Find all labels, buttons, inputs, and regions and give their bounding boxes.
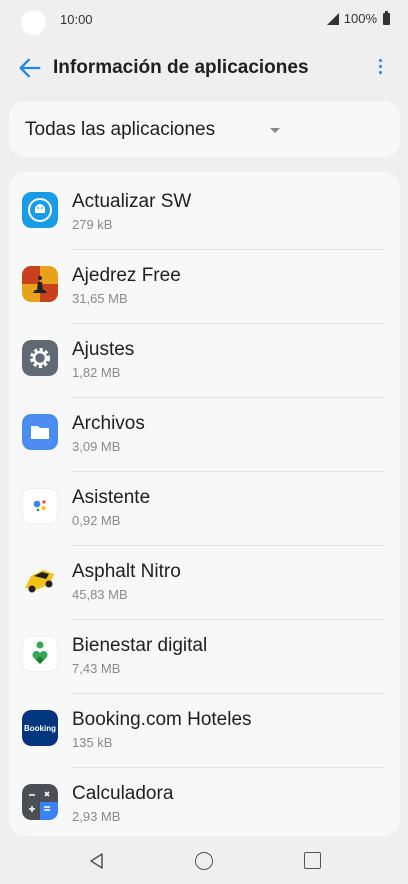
list-item-asistente[interactable]: Asistente 0,92 MB xyxy=(9,472,400,546)
list-item-calculadora[interactable]: Calculadora 2,93 MB xyxy=(9,768,400,836)
app-size: 1,82 MB xyxy=(72,365,121,380)
app-size: 7,43 MB xyxy=(72,661,121,676)
app-size: 3,09 MB xyxy=(72,439,121,454)
folder-icon xyxy=(22,414,58,450)
list-item-ajedrez-free[interactable]: Ajedrez Free 31,65 MB xyxy=(9,250,400,324)
android-update-icon xyxy=(22,192,58,228)
app-size: 135 kB xyxy=(72,735,113,750)
assistant-icon xyxy=(22,488,58,524)
app-bar: Información de aplicaciones xyxy=(0,44,408,92)
status-right: 100% xyxy=(326,10,390,26)
front-camera xyxy=(21,10,46,35)
page-title: Información de aplicaciones xyxy=(53,57,309,78)
status-bar: 10:00 100% xyxy=(0,0,408,40)
list-item-actualizar-sw[interactable]: Actualizar SW 279 kB xyxy=(9,176,400,250)
nav-home-icon[interactable] xyxy=(195,852,213,870)
filter-dropdown[interactable]: Todas las aplicaciones xyxy=(9,101,400,157)
battery-percent: 100% xyxy=(343,11,377,26)
navigation-bar xyxy=(0,836,408,884)
signal-icon xyxy=(326,12,339,25)
app-name: Calculadora xyxy=(72,783,174,804)
list-item-asphalt-nitro[interactable]: Asphalt Nitro 45,83 MB xyxy=(9,546,400,620)
app-name: Asphalt Nitro xyxy=(72,561,181,582)
battery-icon xyxy=(383,10,390,25)
list-item-bienestar-digital[interactable]: Bienestar digital 7,43 MB xyxy=(9,620,400,694)
list-item-booking[interactable]: Booking Booking.com Hoteles 135 kB xyxy=(9,694,400,768)
app-size: 279 kB xyxy=(72,217,113,232)
app-list: Actualizar SW 279 kB Ajedrez Free 31,65 … xyxy=(9,172,400,836)
booking-logo-text: Booking xyxy=(24,724,56,733)
nav-back-icon[interactable] xyxy=(88,852,106,870)
booking-icon: Booking xyxy=(22,710,58,746)
app-name: Actualizar SW xyxy=(72,191,192,212)
app-name: Archivos xyxy=(72,413,145,434)
filter-label: Todas las aplicaciones xyxy=(25,119,216,140)
nav-recent-apps-icon[interactable] xyxy=(304,852,321,869)
app-size: 0,92 MB xyxy=(72,513,121,528)
gear-icon xyxy=(22,340,58,376)
app-size: 45,83 MB xyxy=(72,587,128,602)
app-size: 31,65 MB xyxy=(72,291,128,306)
chess-icon xyxy=(22,266,58,302)
race-car-icon xyxy=(25,570,54,593)
more-options-icon[interactable] xyxy=(372,56,388,80)
calculator-icon xyxy=(22,784,58,820)
chevron-down-icon xyxy=(270,128,280,133)
app-name: Bienestar digital xyxy=(72,635,208,656)
status-time: 10:00 xyxy=(60,12,93,27)
app-name: Ajedrez Free xyxy=(72,265,181,286)
list-item-ajustes[interactable]: Ajustes 1,82 MB xyxy=(9,324,400,398)
list-item-archivos[interactable]: Archivos 3,09 MB xyxy=(9,398,400,472)
app-name: Booking.com Hoteles xyxy=(72,709,252,730)
back-arrow-icon[interactable] xyxy=(16,54,44,82)
app-name: Asistente xyxy=(72,487,151,508)
app-name: Ajustes xyxy=(72,339,135,360)
wellbeing-icon xyxy=(22,636,58,672)
app-size: 2,93 MB xyxy=(72,809,121,824)
